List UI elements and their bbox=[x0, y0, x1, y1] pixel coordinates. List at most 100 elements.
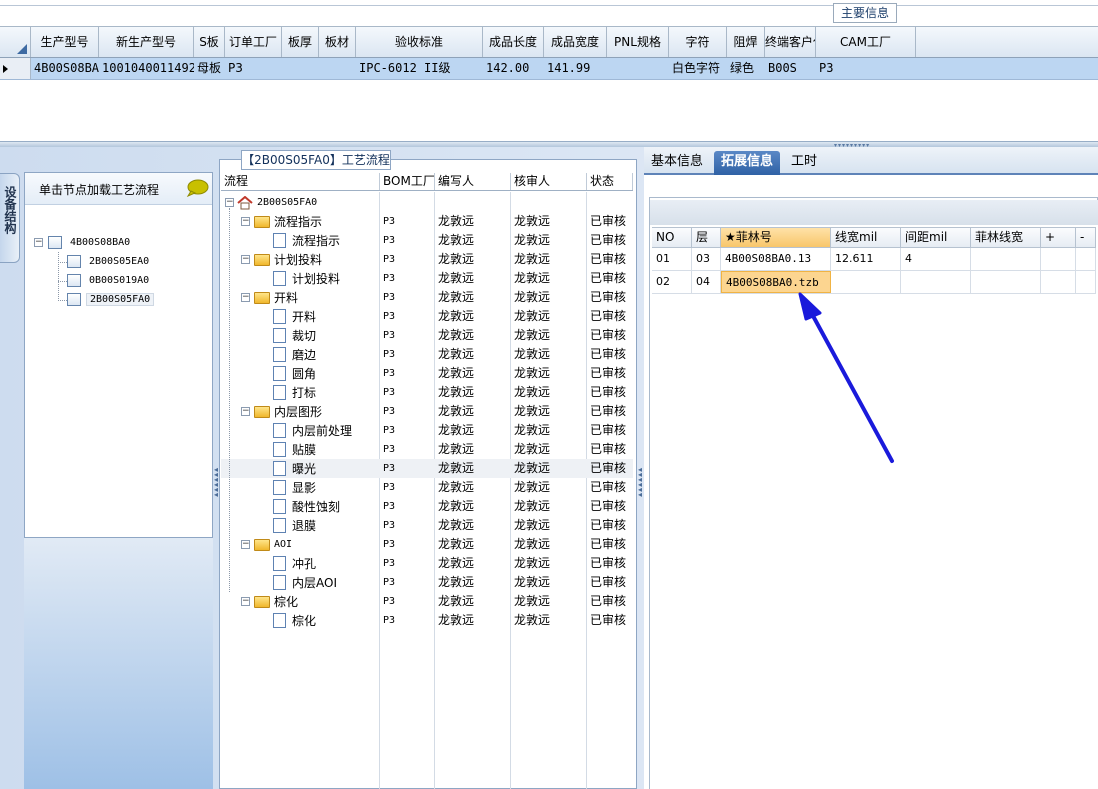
flow-row[interactable]: − 开料 P3 龙敦远 龙敦远 已审核 bbox=[221, 288, 633, 307]
flow-row[interactable]: 棕化 P3 龙敦远 龙敦远 已审核 bbox=[221, 611, 633, 630]
film-grid-header-cell[interactable]: 线宽mil bbox=[831, 228, 901, 247]
film-grid-cell[interactable] bbox=[901, 271, 971, 293]
grid-cell[interactable] bbox=[319, 58, 356, 79]
flow-row[interactable]: 内层AOI P3 龙敦远 龙敦远 已审核 bbox=[221, 573, 633, 592]
flow-row[interactable]: 显影 P3 龙敦远 龙敦远 已审核 bbox=[221, 478, 633, 497]
main-info-legend[interactable]: 主要信息 bbox=[833, 3, 897, 23]
flow-node[interactable]: − 2B00S05FA0 bbox=[225, 194, 317, 211]
grid-cell[interactable]: 白色字符 bbox=[669, 58, 727, 79]
flow-row[interactable]: 圆角 P3 龙敦远 龙敦远 已审核 bbox=[221, 364, 633, 383]
flow-node[interactable]: 圆角 bbox=[273, 365, 316, 382]
film-grid-header-cell[interactable]: ★菲林号 bbox=[721, 228, 831, 247]
flow-row[interactable]: 贴膜 P3 龙敦远 龙敦远 已审核 bbox=[221, 440, 633, 459]
tree-node-child[interactable]: 2B00S05EA0 bbox=[67, 253, 152, 270]
collapse-icon[interactable]: − bbox=[34, 238, 43, 247]
film-grid-cell[interactable]: 04 bbox=[692, 271, 721, 293]
grid-cell[interactable]: 141.99 bbox=[544, 58, 607, 79]
grid-header-cell[interactable]: 成品长度 bbox=[483, 27, 544, 57]
film-grid-cell[interactable]: 4B00S08BA0.13 bbox=[721, 248, 831, 270]
flow-node[interactable]: 退膜 bbox=[273, 517, 316, 534]
collapse-icon[interactable]: − bbox=[241, 255, 250, 264]
flow-node[interactable]: 打标 bbox=[273, 384, 316, 401]
film-grid-cell[interactable] bbox=[1076, 271, 1096, 293]
flow-node[interactable]: 贴膜 bbox=[273, 441, 316, 458]
tree-node-label[interactable]: 4B00S08BA0 bbox=[67, 237, 133, 248]
grid-cell[interactable]: IPC-6012 II级 bbox=[356, 58, 483, 79]
flow-row[interactable]: 流程指示 P3 龙敦远 龙敦远 已审核 bbox=[221, 231, 633, 250]
grid-header-cell[interactable]: 板材 bbox=[319, 27, 356, 57]
film-grid-cell[interactable]: 4B00S08BA0.tzb bbox=[721, 271, 831, 293]
film-grid-cell[interactable]: 12.611 bbox=[831, 248, 901, 270]
grid-header-cell[interactable]: 字符 bbox=[669, 27, 727, 57]
flow-node[interactable]: 酸性蚀刻 bbox=[273, 498, 340, 515]
flow-row[interactable]: 酸性蚀刻 P3 龙敦远 龙敦远 已审核 bbox=[221, 497, 633, 516]
flow-row[interactable]: 内层前处理 P3 龙敦远 龙敦远 已审核 bbox=[221, 421, 633, 440]
flow-row[interactable]: − 棕化 P3 龙敦远 龙敦远 已审核 bbox=[221, 592, 633, 611]
film-grid-cell[interactable]: 4 bbox=[901, 248, 971, 270]
collapse-icon[interactable]: − bbox=[225, 198, 234, 207]
flow-node[interactable]: 曝光 bbox=[273, 460, 316, 477]
grid-cell[interactable]: P3 bbox=[816, 58, 916, 79]
flow-row[interactable]: 冲孔 P3 龙敦远 龙敦远 已审核 bbox=[221, 554, 633, 573]
flow-node[interactable]: 计划投料 bbox=[273, 270, 340, 287]
flow-node[interactable]: 显影 bbox=[273, 479, 316, 496]
flow-column-header[interactable]: 流程 bbox=[221, 173, 380, 190]
grid-header-cell[interactable]: 新生产型号 bbox=[99, 27, 194, 57]
collapse-icon[interactable]: − bbox=[241, 540, 250, 549]
grid-header-cell[interactable]: 阻焊 bbox=[727, 27, 765, 57]
speech-bubble-icon[interactable] bbox=[185, 179, 209, 197]
film-grid-row[interactable]: 01 03 4B00S08BA0.13 12.611 4 bbox=[652, 248, 1096, 271]
collapse-icon[interactable]: − bbox=[241, 407, 250, 416]
tree-node-label[interactable]: 2B00S05EA0 bbox=[86, 256, 152, 267]
grid-cell[interactable]: 10010400114923 bbox=[99, 58, 194, 79]
film-grid-header-cell[interactable]: 层 bbox=[692, 228, 721, 247]
grid-cell[interactable]: B00S bbox=[765, 58, 816, 79]
flow-row-root[interactable]: − 2B00S05FA0 bbox=[221, 193, 633, 212]
flow-node[interactable]: 裁切 bbox=[273, 327, 316, 344]
grid-header-cell[interactable]: 成品宽度 bbox=[544, 27, 607, 57]
film-grid-cell[interactable]: 01 bbox=[652, 248, 692, 270]
splitter-grip-icon[interactable]: ◂ ◂ ◂ ◂ ◂ ◂ bbox=[638, 466, 643, 547]
flow-row[interactable]: − 计划投料 P3 龙敦远 龙敦远 已审核 bbox=[221, 250, 633, 269]
film-grid-cell[interactable] bbox=[1076, 248, 1096, 270]
grid-header-cell[interactable]: 验收标准 bbox=[356, 27, 483, 57]
grid-cell[interactable]: 母板 bbox=[194, 58, 225, 79]
collapse-icon[interactable]: − bbox=[241, 217, 250, 226]
flow-node[interactable]: 磨边 bbox=[273, 346, 316, 363]
tab-1[interactable]: 拓展信息 bbox=[714, 151, 781, 175]
flow-node[interactable]: 棕化 bbox=[273, 612, 316, 629]
grid-header-cell[interactable]: 生产型号 bbox=[31, 27, 99, 57]
film-grid-cell[interactable] bbox=[831, 271, 901, 293]
flow-node[interactable]: 内层前处理 bbox=[273, 422, 352, 439]
tree-node-label[interactable]: 0B00S019A0 bbox=[86, 275, 152, 286]
grid-header-cell[interactable]: 订单工厂 bbox=[225, 27, 282, 57]
film-grid-header-cell[interactable]: NO bbox=[652, 228, 692, 247]
flow-row[interactable]: 退膜 P3 龙敦远 龙敦远 已审核 bbox=[221, 516, 633, 535]
flow-row[interactable]: 裁切 P3 龙敦远 龙敦远 已审核 bbox=[221, 326, 633, 345]
flow-node[interactable]: − AOI bbox=[241, 536, 292, 553]
film-grid-cell[interactable]: 03 bbox=[692, 248, 721, 270]
flow-node[interactable]: 流程指示 bbox=[273, 232, 340, 249]
grid-header-cell[interactable]: 终端客户代码 bbox=[765, 27, 816, 57]
flow-node[interactable]: − 流程指示 bbox=[241, 213, 322, 230]
tree-node-root[interactable]: − 4B00S08BA0 bbox=[34, 234, 133, 251]
collapse-icon[interactable]: − bbox=[241, 597, 250, 606]
film-grid-cell[interactable] bbox=[971, 271, 1041, 293]
flow-row[interactable]: 开料 P3 龙敦远 龙敦远 已审核 bbox=[221, 307, 633, 326]
flow-row[interactable]: − 流程指示 P3 龙敦远 龙敦远 已审核 bbox=[221, 212, 633, 231]
flow-row[interactable]: − 内层图形 P3 龙敦远 龙敦远 已审核 bbox=[221, 402, 633, 421]
film-grid-header-cell[interactable]: + bbox=[1041, 228, 1076, 247]
row-selector-icon[interactable] bbox=[0, 58, 31, 79]
grid-cell[interactable]: 4B00S08BA0 bbox=[31, 58, 99, 79]
side-tab-device-structure[interactable]: 设备结构 bbox=[0, 173, 20, 263]
tab-0[interactable]: 基本信息 bbox=[644, 151, 710, 175]
grid-cell[interactable] bbox=[607, 58, 669, 79]
flow-column-header[interactable]: 核审人 bbox=[511, 173, 587, 190]
flow-column-header[interactable]: 编写人 bbox=[435, 173, 511, 190]
flow-row[interactable]: 打标 P3 龙敦远 龙敦远 已审核 bbox=[221, 383, 633, 402]
flow-node[interactable]: 冲孔 bbox=[273, 555, 316, 572]
grid-header-cell[interactable]: 板厚 bbox=[282, 27, 319, 57]
flow-row[interactable]: 磨边 P3 龙敦远 龙敦远 已审核 bbox=[221, 345, 633, 364]
flow-node[interactable]: 开料 bbox=[273, 308, 316, 325]
film-grid-cell[interactable] bbox=[971, 248, 1041, 270]
